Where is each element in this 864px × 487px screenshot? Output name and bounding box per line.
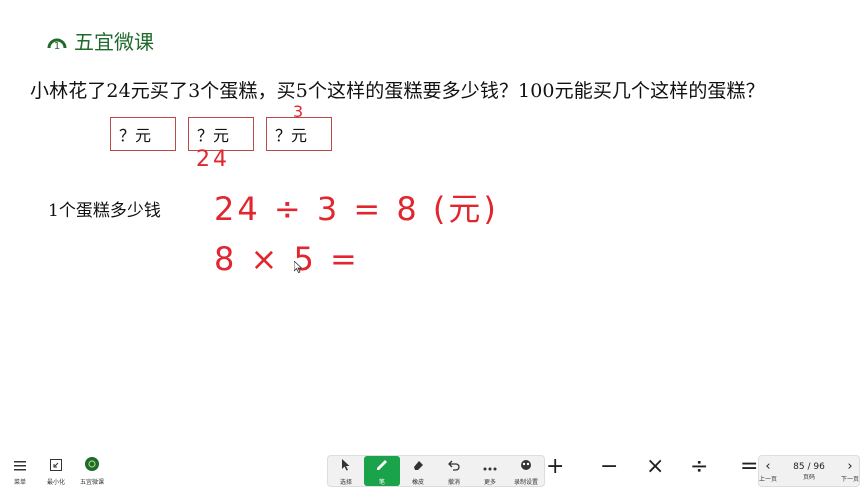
divide-operator-button[interactable]: ÷ (690, 454, 708, 479)
handwritten-3: 3 (293, 102, 304, 121)
pen-tool-button[interactable]: 笔 (364, 456, 400, 486)
undo-button[interactable]: 撤消 (436, 456, 472, 486)
page-navigator: ‹ 上一页 85 / 96 页码 › 下一页 (758, 455, 860, 487)
brand-title: 五宜微课 (74, 29, 154, 54)
chevron-left-icon: ‹ (765, 459, 771, 474)
left-toolbar: 菜单 最小化 五宜微课 (2, 456, 110, 486)
prev-page-button[interactable]: ‹ 上一页 (759, 459, 777, 483)
brand-logo: 1 五宜微课 (46, 28, 154, 54)
menu-icon (14, 456, 26, 475)
cursor-icon (341, 456, 351, 475)
answer-box-3: ？元 (266, 117, 332, 151)
app-logo-icon (85, 456, 99, 475)
answer-box-2: ？元 (188, 117, 254, 151)
equals-operator-button[interactable]: = (740, 454, 758, 479)
page-number[interactable]: 85 / 96 页码 (793, 462, 825, 481)
page-indicator: 85 / 96 (793, 461, 825, 472)
answer-box-1: ？元 (110, 117, 176, 151)
svg-text:1: 1 (54, 41, 60, 51)
next-page-button[interactable]: › 下一页 (841, 459, 859, 483)
plus-operator-button[interactable]: + (546, 454, 564, 479)
pen-icon (376, 456, 388, 475)
minimize-button[interactable]: 最小化 (38, 456, 74, 486)
select-tool-button[interactable]: 选择 (328, 456, 364, 486)
menu-button[interactable]: 菜单 (2, 456, 38, 486)
problem-question: 小林花了24元买了3个蛋糕，买5个这样的蛋糕要多少钱？100元能买几个这样的蛋糕… (30, 80, 765, 102)
more-button[interactable]: 更多 (472, 456, 508, 486)
handwritten-24: 24 (196, 147, 230, 172)
mouse-cursor-icon (293, 258, 303, 277)
record-settings-button[interactable]: 录制设置 (508, 456, 544, 486)
more-icon (483, 456, 497, 475)
app-logo-button[interactable]: 五宜微课 (74, 456, 110, 486)
drawing-toolbar: 选择 笔 橡皮 撤消 更多 录制设置 (327, 455, 545, 487)
times-operator-button[interactable]: × (646, 454, 664, 479)
step-label: 1个蛋糕多少钱 (48, 201, 161, 221)
handwritten-equation-2: 8 × 5 = (214, 240, 360, 278)
minus-operator-button[interactable]: − (600, 454, 618, 479)
record-settings-icon (519, 456, 533, 475)
eraser-tool-button[interactable]: 橡皮 (400, 456, 436, 486)
handwritten-equation-1: 24 ÷ 3 = 8 (元) (214, 190, 499, 228)
eraser-icon (412, 456, 424, 475)
undo-icon (448, 456, 460, 475)
chevron-right-icon: › (847, 459, 853, 474)
minimize-icon (50, 456, 62, 475)
brand-mark-icon: 1 (46, 29, 68, 52)
